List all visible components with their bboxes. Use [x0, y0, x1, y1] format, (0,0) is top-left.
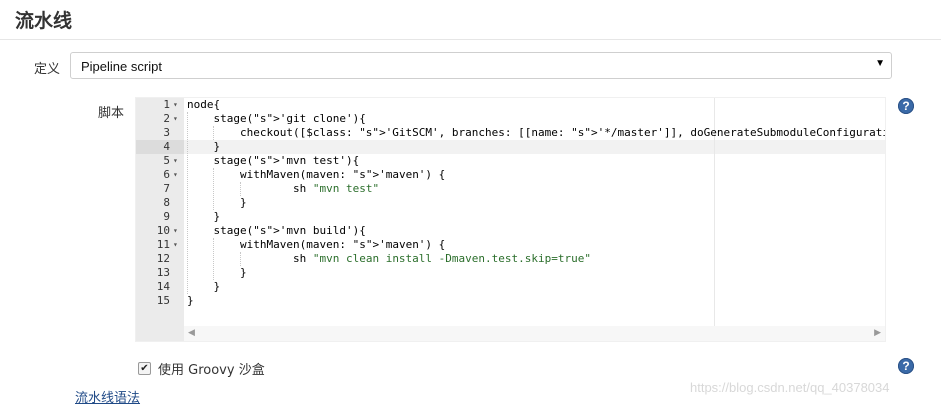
code-line[interactable]: 12 sh "mvn clean install -Dmaven.test.sk… — [136, 252, 885, 266]
code-text: } — [187, 266, 247, 279]
code-text: sh "mvn clean install -Dmaven.test.skip=… — [187, 252, 591, 265]
code-text: withMaven(maven: "s">'maven') { — [187, 168, 446, 181]
line-number: 10 — [156, 224, 170, 237]
code-line[interactable]: 9 } — [136, 210, 885, 224]
line-number: 1 — [163, 98, 170, 111]
code-text: } — [187, 210, 221, 223]
code-text: node{ — [187, 98, 221, 111]
watermark-text: https://blog.csdn.net/qq_40378034 — [690, 380, 890, 395]
line-number: 9 — [163, 210, 170, 223]
line-number: 15 — [156, 294, 170, 307]
fold-arrow-icon[interactable]: ▾ — [173, 154, 181, 168]
code-line[interactable]: 6 ▾ withMaven(maven: "s">'maven') { — [136, 168, 885, 182]
code-line[interactable]: 14 } — [136, 280, 885, 294]
pipeline-syntax-link[interactable]: 流水线语法 — [75, 387, 140, 406]
line-number: 14 — [156, 280, 170, 293]
indent-guide — [187, 112, 188, 294]
code-text: withMaven(maven: "s">'maven') { — [187, 238, 446, 251]
line-number: 8 — [163, 196, 170, 209]
line-number: 2 — [163, 112, 170, 125]
indent-guide — [213, 168, 214, 210]
horizontal-scrollbar[interactable]: ◀ ▶ — [184, 326, 885, 341]
help-icon[interactable]: ? — [898, 358, 914, 374]
definition-selected-value: Pipeline script — [81, 59, 162, 74]
section-title: 流水线 — [15, 10, 73, 32]
line-number: 6 — [163, 168, 170, 181]
code-text: } — [187, 140, 221, 153]
indent-guide — [240, 182, 241, 196]
line-number: 4 — [163, 140, 170, 153]
script-label: 脚本 — [98, 106, 125, 121]
fold-arrow-icon[interactable]: ▾ — [173, 224, 181, 238]
code-text: checkout([$class: "s">'GitSCM', branches… — [187, 126, 885, 139]
code-line[interactable]: 3 checkout([$class: "s">'GitSCM', branch… — [136, 126, 885, 140]
code-text: } — [187, 294, 194, 307]
code-line[interactable]: 1 ▾ node{ — [136, 98, 885, 112]
line-number: 11 — [156, 238, 170, 251]
sandbox-option[interactable]: ✔ 使用 Groovy 沙盒 — [138, 360, 265, 378]
scroll-left-icon[interactable]: ◀ — [188, 327, 195, 338]
fold-arrow-icon[interactable]: ▾ — [173, 98, 181, 112]
chevron-down-icon: ▼ — [875, 58, 885, 69]
code-text: stage("s">'mvn build'){ — [187, 224, 366, 237]
line-number: 12 — [156, 252, 170, 265]
code-text: stage("s">'git clone'){ — [187, 112, 366, 125]
code-line[interactable]: 8 } — [136, 196, 885, 210]
scroll-right-icon[interactable]: ▶ — [874, 327, 881, 338]
code-line[interactable]: 5 ▾ stage("s">'mvn test'){ — [136, 154, 885, 168]
code-text: } — [187, 280, 221, 293]
indent-guide — [213, 126, 214, 140]
code-text: stage("s">'mvn test'){ — [187, 154, 360, 167]
indent-guide — [213, 238, 214, 280]
fold-arrow-icon[interactable]: ▾ — [173, 112, 181, 126]
code-line[interactable]: 2 ▾ stage("s">'git clone'){ — [136, 112, 885, 126]
fold-arrow-icon[interactable]: ▾ — [173, 168, 181, 182]
indent-guide — [240, 252, 241, 266]
definition-label: 定义 — [34, 62, 61, 77]
code-text: } — [187, 196, 247, 209]
code-line[interactable]: 10 ▾ stage("s">'mvn build'){ — [136, 224, 885, 238]
fold-arrow-icon[interactable]: ▾ — [173, 238, 181, 252]
code-line[interactable]: 13 } — [136, 266, 885, 280]
line-number: 3 — [163, 126, 170, 139]
line-number: 13 — [156, 266, 170, 279]
help-icon[interactable]: ? — [898, 98, 914, 114]
code-line[interactable]: 15} — [136, 294, 885, 308]
section-divider — [0, 39, 941, 40]
line-number: 5 — [163, 154, 170, 167]
sandbox-label: 使用 Groovy 沙盒 — [158, 362, 265, 378]
line-number: 7 — [163, 182, 170, 195]
definition-select[interactable]: Pipeline script ▼ — [70, 52, 892, 79]
code-line[interactable]: 7 sh "mvn test" — [136, 182, 885, 196]
code-line[interactable]: 11 ▾ withMaven(maven: "s">'maven') { — [136, 238, 885, 252]
code-line[interactable]: 4 } — [136, 140, 885, 154]
script-editor[interactable]: 1 ▾ node{2 ▾ stage("s">'git clone'){3 check… — [135, 97, 886, 342]
sandbox-checkbox[interactable]: ✔ — [138, 361, 151, 375]
code-text: sh "mvn test" — [187, 182, 380, 195]
